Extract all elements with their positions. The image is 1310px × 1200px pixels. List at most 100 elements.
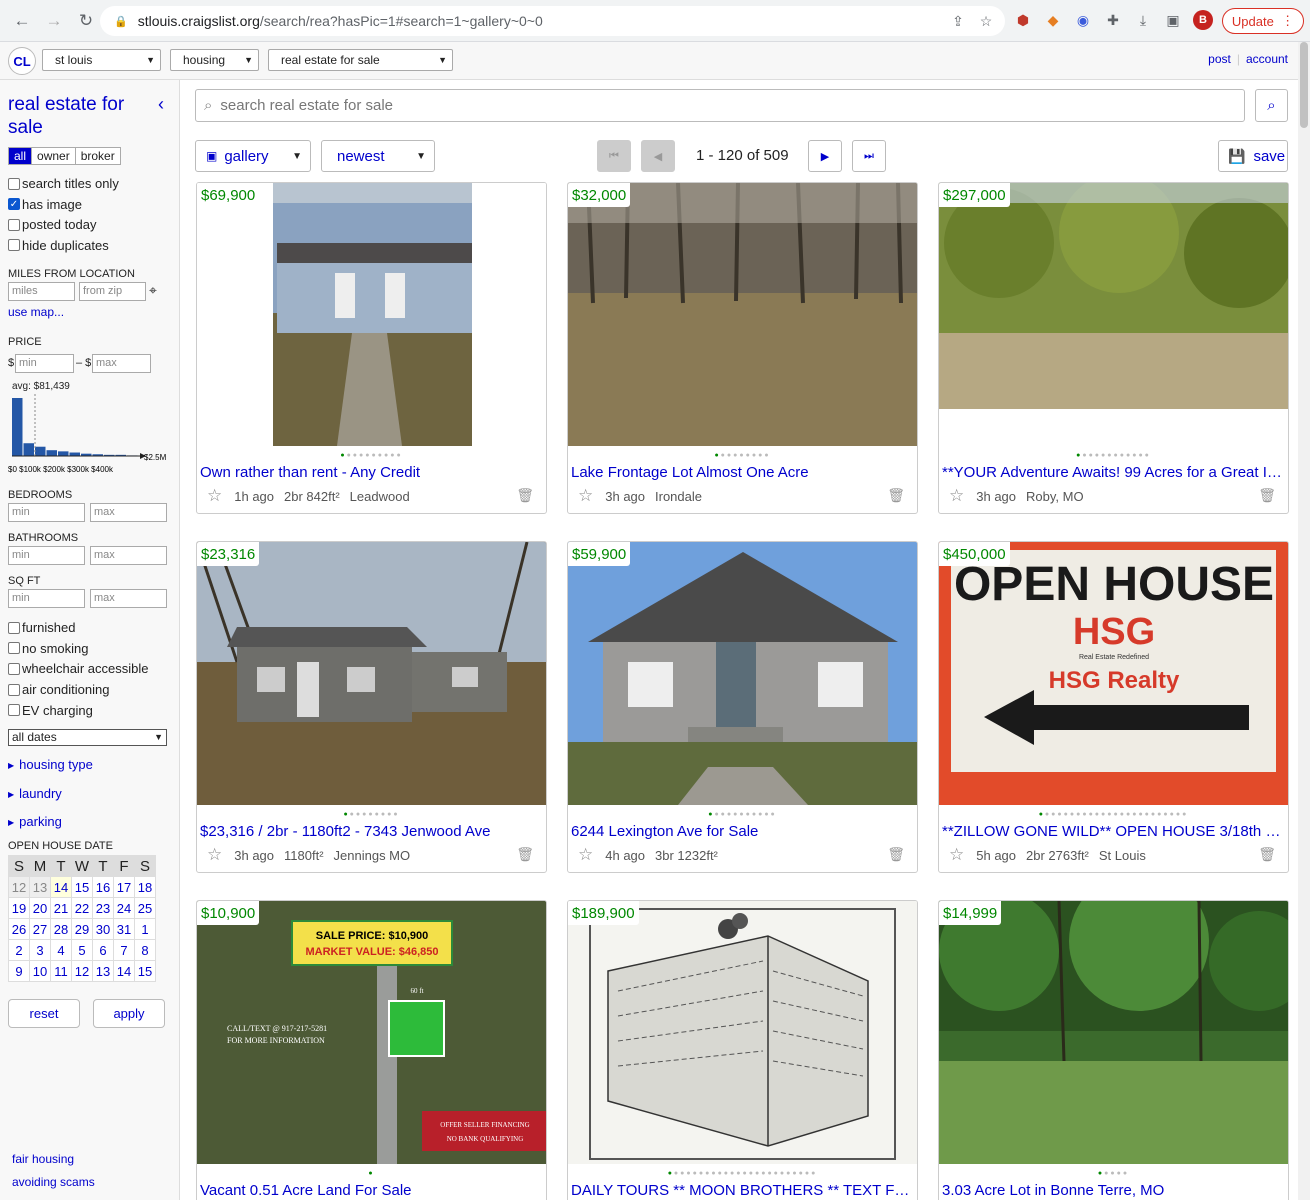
favorite-star-icon[interactable]: ☆ <box>578 845 593 865</box>
calendar-day[interactable]: 25 <box>134 897 156 919</box>
image-pager-dots[interactable]: ●●●●●●●●●●●●●●●●●●●●●●●● <box>568 1170 917 1177</box>
next-page-button[interactable]: ▶ <box>808 140 842 172</box>
image-pager-dots[interactable]: ●●●●●●●●●●● <box>568 811 917 818</box>
bathrooms-max-input[interactable]: max <box>90 546 167 565</box>
favorite-star-icon[interactable]: ☆ <box>949 845 964 865</box>
listing-title-link[interactable]: Own rather than rent - Any Credit <box>200 464 542 481</box>
seller-broker[interactable]: broker <box>76 148 120 164</box>
listing-title-link[interactable]: Vacant 0.51 Acre Land For Sale <box>200 1182 542 1199</box>
side-panel-icon[interactable]: ▣ <box>1162 9 1184 31</box>
filter-checkbox[interactable]: ✓ has image <box>8 197 82 212</box>
pager-dot[interactable]: ● <box>396 452 402 459</box>
listing-card[interactable]: $297,000 ●●●●●●●●●●●● **YOUR Adventure Awa… <box>938 182 1289 514</box>
favorite-star-icon[interactable]: ☆ <box>949 486 964 506</box>
calendar-day[interactable]: 26 <box>8 918 30 940</box>
bedrooms-min-input[interactable]: min <box>8 503 85 522</box>
listing-image[interactable]: SALE PRICE: $10,900 MARKET VALUE: $46,85… <box>197 901 546 1164</box>
pager-dot[interactable]: ● <box>764 452 770 459</box>
calendar-day[interactable]: 24 <box>113 897 135 919</box>
calendar-day[interactable]: 14 <box>113 960 135 982</box>
calendar-day[interactable]: 23 <box>92 897 114 919</box>
calendar-day[interactable]: 11 <box>50 960 72 982</box>
checkbox-icon[interactable] <box>8 642 20 655</box>
collapse-sidebar-icon[interactable]: ‹ <box>158 94 164 115</box>
checkbox-icon[interactable] <box>8 683 20 696</box>
image-pager-dots[interactable]: ●●●●●●●●●●●● <box>939 452 1288 459</box>
listing-photo[interactable] <box>568 183 918 446</box>
pager-dot[interactable]: ● <box>811 1170 817 1177</box>
checkbox-icon[interactable] <box>8 239 20 251</box>
filter-checkbox[interactable]: no smoking <box>8 641 88 656</box>
use-map-link[interactable]: use map... <box>8 305 64 319</box>
calendar-day[interactable]: 22 <box>71 897 93 919</box>
calendar-day[interactable]: 6 <box>92 939 114 961</box>
calendar-day[interactable]: 27 <box>29 918 51 940</box>
price-max-input[interactable]: max <box>92 354 151 373</box>
scrollbar-thumb[interactable] <box>1300 42 1308 128</box>
section-select[interactable]: housing ▼ <box>170 49 259 71</box>
calendar-day[interactable]: 7 <box>113 939 135 961</box>
hide-listing-trash-icon[interactable]: 🗑 <box>516 487 534 504</box>
calendar-day[interactable]: 15 <box>71 876 93 898</box>
last-page-button[interactable]: ⏭ <box>852 140 886 172</box>
listing-photo[interactable] <box>197 183 547 446</box>
area-select[interactable]: st louis ▼ <box>42 49 161 71</box>
seller-all[interactable]: all <box>9 148 33 164</box>
favorite-star-icon[interactable]: ☆ <box>207 845 222 865</box>
favorite-star-icon[interactable]: ☆ <box>207 486 222 506</box>
shield-extension-icon[interactable]: ⬢ <box>1012 9 1034 31</box>
calendar-day[interactable]: 20 <box>29 897 51 919</box>
listing-photo[interactable] <box>939 183 1289 446</box>
calendar-day[interactable]: 28 <box>50 918 72 940</box>
view-mode-select[interactable]: ▣ gallery ▼ <box>195 140 311 172</box>
listing-image[interactable] <box>568 183 917 446</box>
listing-title-link[interactable]: **YOUR Adventure Awaits! 99 Acres for a … <box>942 464 1284 481</box>
pager-dot[interactable]: ● <box>393 811 399 818</box>
filter-checkbox[interactable]: hide duplicates <box>8 238 109 253</box>
checkbox-checked-icon[interactable]: ✓ <box>8 198 20 210</box>
listing-card[interactable]: $32,000 ●●●●●●●●● Lake Frontage Lot Almost… <box>567 182 918 514</box>
reset-button[interactable]: reset <box>8 999 80 1028</box>
calendar-day[interactable]: 17 <box>113 876 135 898</box>
checkbox-icon[interactable] <box>8 704 20 717</box>
bedrooms-max-input[interactable]: max <box>90 503 167 522</box>
filter-checkbox[interactable]: EV charging <box>8 703 93 718</box>
checkbox-icon[interactable] <box>8 218 20 231</box>
listing-image[interactable]: OPEN HOUSE HSG Real Estate Redefined HSG… <box>939 542 1288 805</box>
image-pager-dots[interactable]: ●●●●●●●●● <box>197 811 546 818</box>
bathrooms-min-input[interactable]: min <box>8 546 85 565</box>
listing-photo[interactable]: SALE PRICE: $10,900 MARKET VALUE: $46,85… <box>197 901 547 1164</box>
listing-card[interactable]: $189,900 ●●●●●●●●●●●●●●●●●●●●●●●● DAILY TO… <box>567 900 918 1200</box>
image-pager-dots[interactable]: ●●●●●●●●●●●●●●●●●●●●●●●● <box>939 811 1288 818</box>
account-link[interactable]: account <box>1246 52 1288 66</box>
calendar-day[interactable]: 5 <box>71 939 93 961</box>
craigslist-logo[interactable]: CL <box>8 47 36 75</box>
zip-input[interactable]: from zip <box>79 282 146 301</box>
price-min-input[interactable]: min <box>15 354 74 373</box>
search-button[interactable]: ⌕ <box>1255 89 1288 122</box>
calendar-day[interactable]: 14 <box>50 876 72 898</box>
calendar-day[interactable]: 30 <box>92 918 114 940</box>
posting-dates-select[interactable]: all dates ▼ <box>8 729 167 746</box>
circle-extension-icon[interactable]: ◉ <box>1072 9 1094 31</box>
listing-card[interactable]: SALE PRICE: $10,900 MARKET VALUE: $46,85… <box>196 900 547 1200</box>
listing-title-link[interactable]: DAILY TOURS ** MOON BROTHERS ** TEXT FOR… <box>571 1182 913 1199</box>
profile-button[interactable]: B <box>1192 9 1214 31</box>
calendar-day[interactable]: 12 <box>71 960 93 982</box>
listing-photo[interactable] <box>568 542 918 805</box>
image-pager-dots[interactable]: ●●●●●●●●●● <box>197 452 546 459</box>
hide-listing-trash-icon[interactable]: 🗑 <box>1258 487 1276 504</box>
calendar-day[interactable]: 29 <box>71 918 93 940</box>
calendar-day[interactable]: 19 <box>8 897 30 919</box>
listing-title-link[interactable]: Lake Frontage Lot Almost One Acre <box>571 464 913 481</box>
image-pager-dots[interactable]: ●●●●●●●●● <box>568 452 917 459</box>
filter-checkbox[interactable]: posted today <box>8 217 96 232</box>
filter-checkbox[interactable]: furnished <box>8 620 75 635</box>
calendar-day[interactable]: 10 <box>29 960 51 982</box>
image-pager-dots[interactable]: ● <box>197 1170 546 1177</box>
miles-input[interactable]: miles <box>8 282 75 301</box>
favorite-star-icon[interactable]: ☆ <box>578 486 593 506</box>
bookmark-star-icon[interactable]: ☆ <box>975 10 997 32</box>
listing-image[interactable] <box>568 542 917 805</box>
share-icon[interactable]: ⇪ <box>947 10 969 32</box>
